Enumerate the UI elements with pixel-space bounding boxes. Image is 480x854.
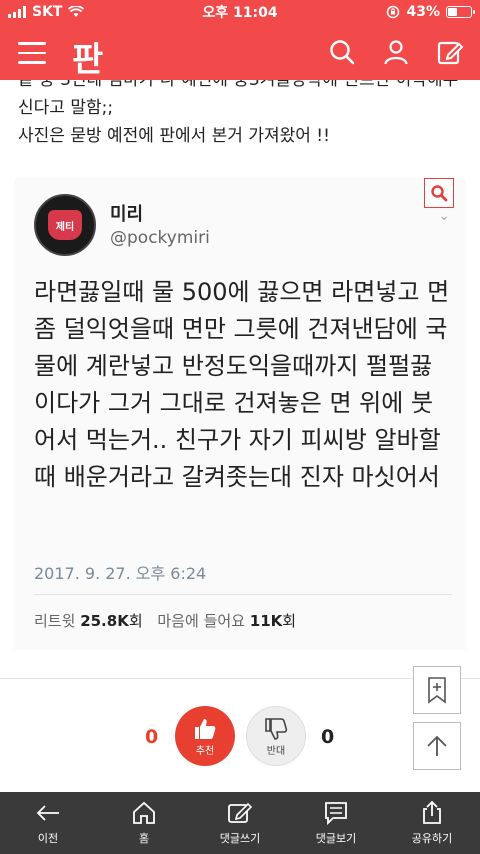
upvote-count: 0	[145, 726, 159, 748]
bookmark-add-icon	[428, 677, 446, 704]
search-icon[interactable]	[328, 38, 356, 66]
thumbs-down-icon	[265, 717, 288, 740]
menu-icon[interactable]	[18, 42, 46, 64]
tab-back[interactable]: 이전	[0, 792, 96, 854]
write-icon[interactable]	[436, 38, 464, 66]
upvote-label: 추천	[195, 745, 215, 757]
battery-percent: 43%	[406, 4, 440, 20]
downvote-button[interactable]: 반대	[246, 706, 306, 766]
rotation-lock-icon	[387, 5, 400, 19]
tab-label: 댓글쓰기	[219, 832, 261, 845]
like-label: 마음에 들어요	[157, 612, 245, 630]
upvote-button[interactable]: 추천	[175, 706, 235, 766]
tweet-author-handle: @pockymiri	[110, 228, 210, 248]
tab-view-comments[interactable]: 댓글보기	[288, 792, 384, 854]
battery-icon	[446, 6, 475, 18]
tab-share[interactable]: 공유하기	[384, 792, 480, 854]
tab-label: 이전	[37, 832, 59, 845]
tab-label: 댓글보기	[315, 832, 357, 845]
tab-home[interactable]: 홈	[96, 792, 192, 854]
tab-label: 홈	[138, 832, 150, 845]
retweet-count: 25.8K	[80, 612, 129, 630]
back-arrow-icon	[36, 805, 59, 821]
downvote-count: 0	[321, 726, 335, 748]
tab-label: 공유하기	[411, 832, 453, 845]
divider	[34, 594, 452, 595]
tweet-stats: 리트윗 25.8K회 마음에 들어요 11K회	[34, 610, 306, 631]
thumbs-up-icon	[195, 718, 216, 739]
wifi-icon	[68, 6, 85, 17]
retweet-label: 리트윗	[34, 612, 76, 630]
bookmark-button[interactable]	[413, 666, 461, 714]
status-bar: SKT 오후 11:04 43%	[0, 0, 480, 24]
tweet-date: 2017. 9. 27. 오후 6:24	[34, 564, 207, 583]
status-left: SKT	[8, 4, 168, 20]
post-text-line: 사진은 묻방 예전에 판에서 본거 가져왔어 !!	[18, 126, 330, 146]
tweet-text: 라면끓일때 물 500에 끓으면 라면넣고 면 좀 덜익엇을때 면만 그릇에 건…	[34, 278, 450, 491]
downvote-label: 반대	[266, 745, 286, 757]
post-body: 끝 중 3인데 엄마가 나 예전에 중3겨울방학에 린트만 허락해주 신다고 말…	[0, 80, 480, 150]
like-unit: 회	[282, 612, 297, 630]
arrow-up-icon	[427, 735, 447, 756]
divider	[0, 678, 480, 679]
home-icon	[133, 801, 155, 824]
status-right: 43%	[312, 4, 475, 20]
post-text-line: 신다고 말함;;	[18, 98, 114, 118]
avatar: 제티	[34, 194, 96, 256]
header-actions	[328, 38, 464, 66]
clock: 오후 11:04	[202, 5, 278, 21]
write-comment-icon	[228, 802, 253, 823]
retweet-unit: 회	[128, 612, 143, 630]
battery-fill	[448, 8, 457, 16]
chevron-down-icon: ⌄	[438, 208, 450, 224]
user-icon[interactable]	[382, 38, 410, 66]
scroll-top-button[interactable]	[413, 722, 461, 770]
share-icon	[423, 800, 441, 824]
tab-write-comment[interactable]: 댓글쓰기	[192, 792, 288, 854]
post-text-cut: 끝 중 3인데 엄마가 나 예전에 중3겨울방학에 린트만 허락해주	[18, 80, 459, 90]
app-logo[interactable]: 판	[72, 32, 103, 81]
tweet-screenshot[interactable]: ⌄ 제티 미리 @pockymiri 라면끓일때 물 500에 끓으면 라면넣고…	[14, 178, 466, 650]
signal-icon	[8, 6, 26, 18]
app-header: 판	[0, 24, 480, 80]
zoom-icon[interactable]	[424, 178, 454, 208]
like-count: 11K	[249, 612, 283, 630]
tweet-author-name: 미리	[110, 204, 144, 225]
view-comments-icon	[325, 802, 347, 826]
bottom-tab-bar: 이전 홈 댓글쓰기 댓글보기 공유하기	[0, 792, 480, 854]
carrier-label: SKT	[32, 4, 63, 20]
